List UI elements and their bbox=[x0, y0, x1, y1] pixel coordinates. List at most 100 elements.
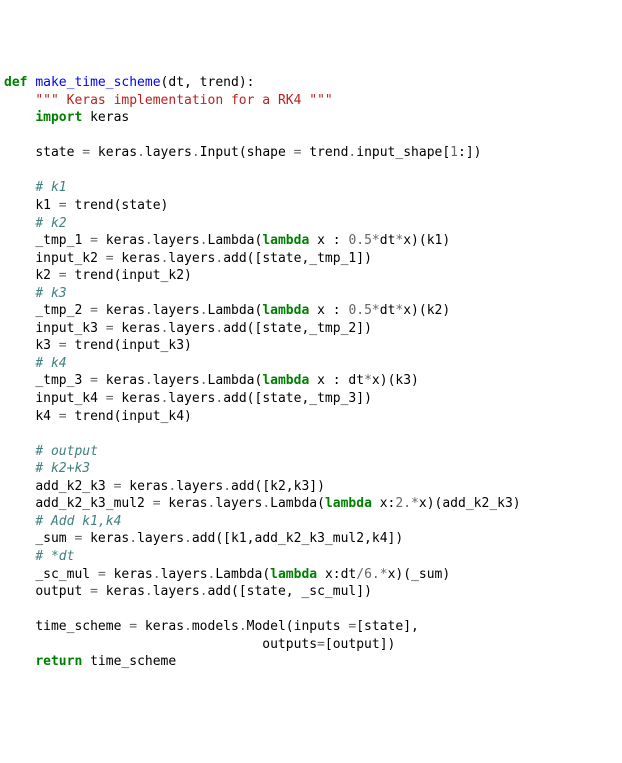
op-dot: . bbox=[200, 303, 208, 318]
comment: # k1 bbox=[35, 180, 66, 195]
code-text: layers bbox=[168, 391, 215, 406]
code-text: x:dt bbox=[317, 567, 356, 582]
keyword-lambda: lambda bbox=[262, 373, 309, 388]
code-text: x)(_sum) bbox=[388, 567, 451, 582]
number: 1 bbox=[450, 145, 458, 160]
op-mul: * bbox=[364, 373, 372, 388]
code-text: layers bbox=[176, 479, 223, 494]
op-dot: . bbox=[192, 145, 200, 160]
code-text: layers bbox=[153, 233, 200, 248]
op-dot: . bbox=[184, 619, 192, 634]
op-eq: = bbox=[90, 373, 98, 388]
op-dot: . bbox=[239, 619, 247, 634]
comment: # *dt bbox=[35, 549, 74, 564]
keyword-def: def bbox=[4, 75, 27, 90]
comment: # k2 bbox=[35, 216, 66, 231]
code-text: layers bbox=[168, 321, 215, 336]
code-text: state bbox=[35, 145, 82, 160]
code-text: _tmp_1 bbox=[35, 233, 90, 248]
op-mul: * bbox=[411, 496, 419, 511]
code-text: [state], bbox=[356, 619, 419, 634]
op-eq: = bbox=[82, 145, 90, 160]
keyword-lambda: lambda bbox=[270, 567, 317, 582]
keyword-lambda: lambda bbox=[325, 496, 372, 511]
code-text: x)(add_k2_k3) bbox=[419, 496, 521, 511]
code-text: add([state,_tmp_3]) bbox=[223, 391, 372, 406]
code-text: keras bbox=[114, 251, 161, 266]
code-text: layers bbox=[137, 531, 184, 546]
code-text: keras bbox=[114, 391, 161, 406]
op-dot: . bbox=[215, 251, 223, 266]
code-text: keras bbox=[161, 496, 208, 511]
comment: # k4 bbox=[35, 356, 66, 371]
func-name: make_time_scheme bbox=[35, 75, 160, 90]
number: 6. bbox=[364, 567, 380, 582]
code-text: keras bbox=[90, 145, 137, 160]
code-text: trend(input_k2) bbox=[67, 268, 192, 283]
code-text: layers bbox=[161, 567, 208, 582]
op-eq: = bbox=[106, 321, 114, 336]
code-text: keras bbox=[98, 233, 145, 248]
code-text: outputs bbox=[4, 637, 317, 652]
op-dot: . bbox=[262, 496, 270, 511]
code-text: Model(inputs bbox=[247, 619, 349, 634]
op-dot: . bbox=[145, 303, 153, 318]
op-dot: . bbox=[145, 584, 153, 599]
code-text: keras bbox=[98, 303, 145, 318]
code-text: input_k3 bbox=[35, 321, 105, 336]
op-eq: = bbox=[59, 338, 67, 353]
code-text: keras bbox=[114, 321, 161, 336]
code-text: add([state,_tmp_1]) bbox=[223, 251, 372, 266]
code-text: time_scheme bbox=[35, 619, 129, 634]
op-dot: . bbox=[215, 391, 223, 406]
op-eq: = bbox=[59, 268, 67, 283]
code-text: layers bbox=[153, 373, 200, 388]
code-text: layers bbox=[153, 584, 200, 599]
op-eq: = bbox=[153, 496, 161, 511]
keyword-lambda: lambda bbox=[262, 233, 309, 248]
code-text: x: bbox=[372, 496, 395, 511]
code-text: Lambda( bbox=[208, 373, 263, 388]
code-text: dt bbox=[380, 233, 396, 248]
code-text: add_k2_k3_mul2 bbox=[35, 496, 152, 511]
code-text: Input(shape bbox=[200, 145, 294, 160]
op-eq: = bbox=[106, 251, 114, 266]
code-text: add([state,_tmp_2]) bbox=[223, 321, 372, 336]
code-text: layers bbox=[153, 303, 200, 318]
op-dot: . bbox=[145, 233, 153, 248]
code-text: x)(k1) bbox=[403, 233, 450, 248]
code-text: _tmp_2 bbox=[35, 303, 90, 318]
code-text: trend(state) bbox=[67, 198, 169, 213]
code-text: k4 bbox=[35, 409, 58, 424]
comment: # Add k1,k4 bbox=[35, 514, 121, 529]
code-text: Lambda( bbox=[208, 233, 263, 248]
code-text: input_shape[ bbox=[356, 145, 450, 160]
code-text: time_scheme bbox=[82, 654, 176, 669]
keyword-return: return bbox=[35, 654, 82, 669]
code-text: x)(k3) bbox=[372, 373, 419, 388]
op-eq: = bbox=[317, 637, 325, 652]
comment: # k2+k3 bbox=[35, 461, 90, 476]
op-eq: = bbox=[59, 409, 67, 424]
op-eq: = bbox=[90, 584, 98, 599]
code-text: layers bbox=[215, 496, 262, 511]
code-text: x : bbox=[309, 303, 348, 318]
op-dot: . bbox=[153, 567, 161, 582]
op-mul: * bbox=[372, 233, 380, 248]
code-text: trend(input_k4) bbox=[67, 409, 192, 424]
code-text: add_k2_k3 bbox=[35, 479, 113, 494]
docstring: """ Keras implementation for a RK4 """ bbox=[35, 93, 332, 108]
code-text: add([k1,add_k2_k3_mul2,k4]) bbox=[192, 531, 403, 546]
code-text: trend(input_k3) bbox=[67, 338, 192, 353]
keyword-import: import bbox=[35, 110, 82, 125]
code-text: x : bbox=[309, 233, 348, 248]
code-text: k3 bbox=[35, 338, 58, 353]
op-eq: = bbox=[98, 567, 106, 582]
code-text: keras bbox=[98, 373, 145, 388]
code-text: _sc_mul bbox=[35, 567, 98, 582]
op-dot: . bbox=[200, 584, 208, 599]
module: keras bbox=[90, 110, 129, 125]
op-eq: = bbox=[129, 619, 137, 634]
code-text: [output]) bbox=[325, 637, 395, 652]
code-text: dt bbox=[380, 303, 396, 318]
